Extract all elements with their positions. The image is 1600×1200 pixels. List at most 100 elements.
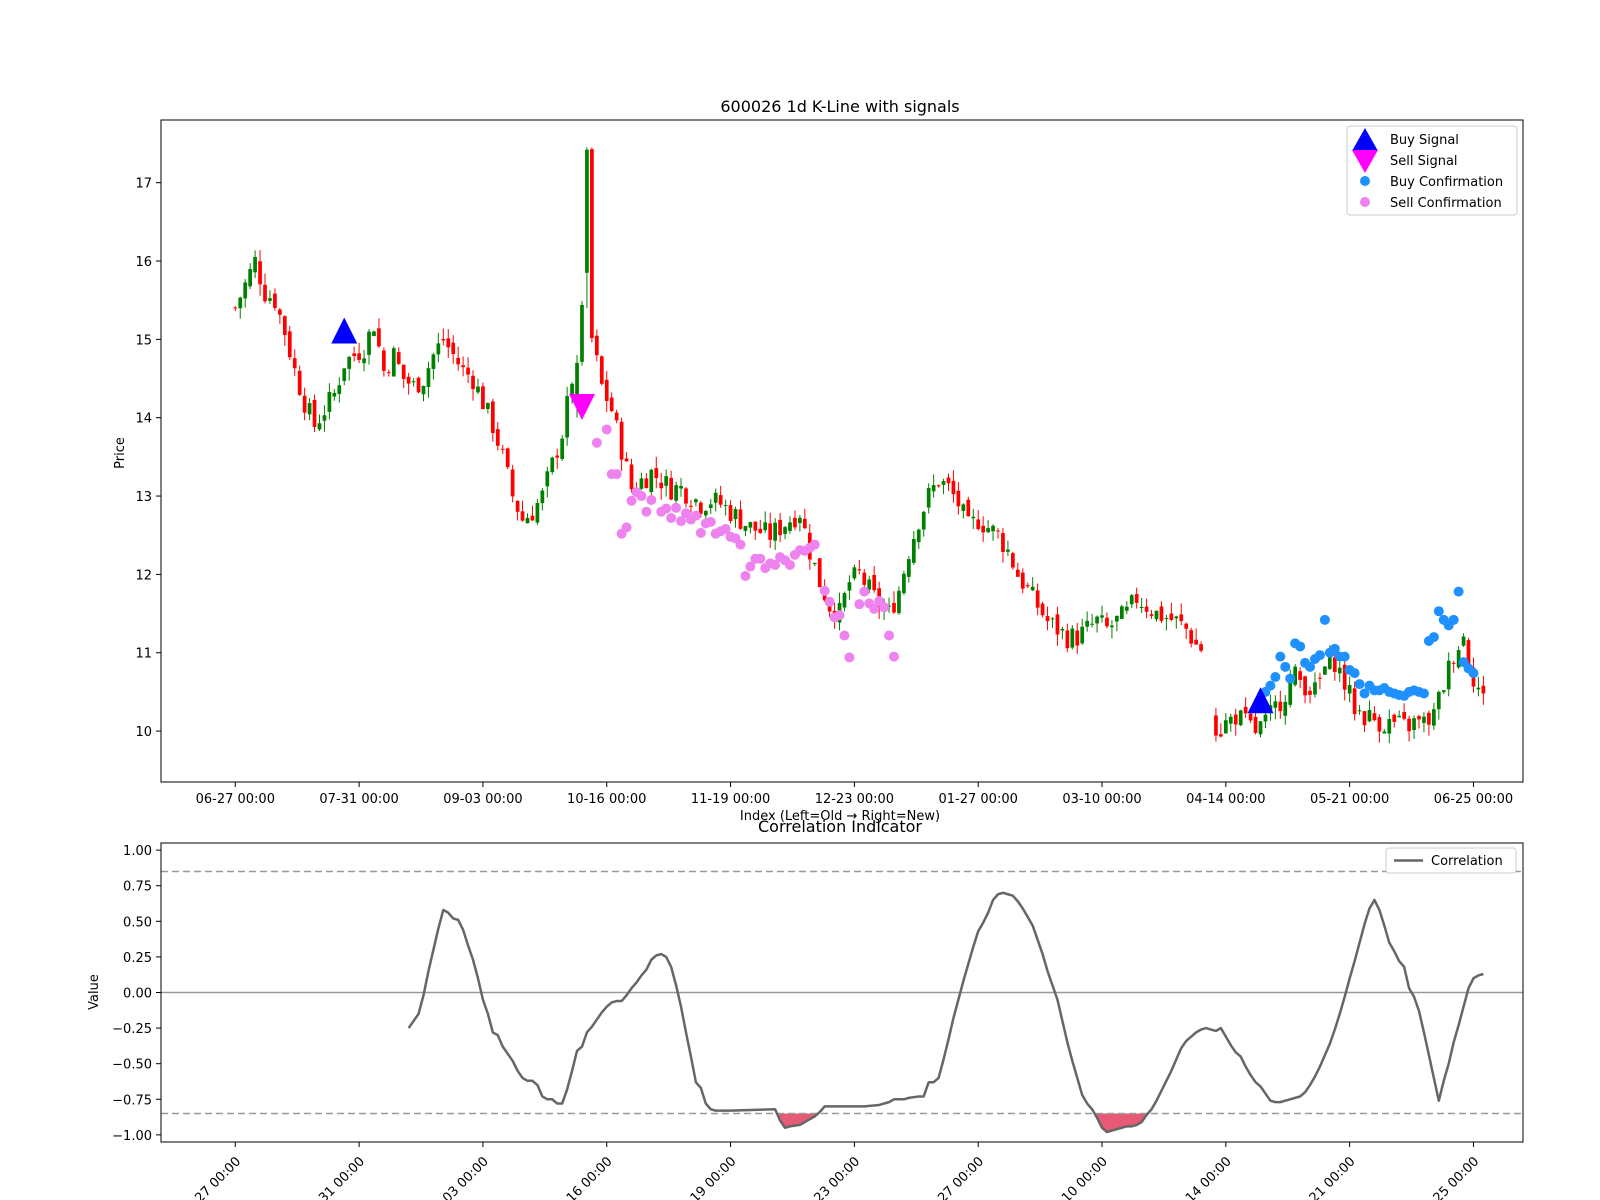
candle-body <box>1219 734 1223 737</box>
candle-body <box>1402 712 1406 719</box>
candle-body <box>243 282 248 299</box>
candle-body <box>1159 606 1164 621</box>
x-tick-label: 06-25 00:00 <box>1434 792 1513 807</box>
candle-body <box>857 569 862 571</box>
candle-body <box>619 421 624 460</box>
x-tick-label: 11-19 00:00 <box>691 792 770 807</box>
buy-confirmation-point <box>1295 641 1306 652</box>
sell-confirmation-point <box>661 503 672 514</box>
candle-body <box>1367 709 1372 722</box>
sell-signal-marker <box>568 393 595 420</box>
y-tick-label: −0.75 <box>112 1093 152 1108</box>
candlestick-series <box>233 147 1486 744</box>
buy-confirmation-point <box>1275 651 1286 662</box>
correlation-title: Correlation Indicator <box>758 817 922 836</box>
correlation-plot-area <box>161 870 1523 1134</box>
candle-body <box>332 392 337 397</box>
sell-confirmation-point <box>889 651 900 662</box>
candle-body <box>728 505 733 521</box>
candle-body <box>292 358 297 369</box>
candle-body <box>748 522 753 528</box>
candle-body <box>609 397 614 412</box>
candle-body <box>1248 713 1253 721</box>
candle-body <box>1436 691 1441 710</box>
candle-body <box>624 458 629 462</box>
candle-body <box>481 386 485 410</box>
candle-body <box>996 530 1000 532</box>
candle-body <box>679 485 683 489</box>
candle-body <box>1417 716 1421 720</box>
candle-body <box>1308 690 1312 695</box>
candle-body <box>1431 709 1436 726</box>
sell-confirmation-point <box>755 553 766 564</box>
buy-confirmation-point <box>1280 661 1291 672</box>
candle-body <box>689 505 693 507</box>
candle-body <box>936 485 941 487</box>
y-tick-label: 11 <box>135 647 152 662</box>
candle-body <box>911 538 916 563</box>
y-tick-label: 13 <box>135 490 152 505</box>
sell-confirmation-point <box>626 495 637 506</box>
candle-body <box>515 500 520 512</box>
correlation-panel: 1.00 0.75 0.50 0.25 0.00 −0.25 −0.50 −0.75 −1.00… <box>87 817 1524 1200</box>
candle-body <box>1323 666 1327 675</box>
buy-confirmation-point <box>1285 673 1296 684</box>
candle-body <box>1065 630 1070 649</box>
candle-body <box>500 448 505 450</box>
candle-body <box>708 504 713 509</box>
candle-body <box>644 478 649 489</box>
candle-body <box>545 471 550 487</box>
candle-body <box>1199 644 1203 651</box>
x-tick-label: 04-14 00:00 <box>1168 1154 1235 1200</box>
candle-body <box>337 385 342 394</box>
buy-confirmation-point <box>1468 668 1479 679</box>
candle-body <box>1149 614 1154 616</box>
x-tick-label: 12-23 00:00 <box>796 1154 863 1200</box>
candle-body <box>1233 714 1238 725</box>
legend-label: Buy Signal <box>1390 133 1459 148</box>
candle-body <box>560 438 565 460</box>
y-tick-label: −0.25 <box>112 1022 152 1037</box>
candle-body <box>1362 711 1367 726</box>
candle-body <box>669 477 673 500</box>
candle-body <box>1288 680 1293 705</box>
sell-confirmation-point <box>690 510 701 521</box>
x-tick-label: 05-21 00:00 <box>1310 792 1389 807</box>
candle-body <box>1446 660 1451 690</box>
candle-body <box>674 485 678 501</box>
candle-body <box>1105 617 1109 627</box>
sell-confirmation-point <box>705 516 716 527</box>
candle-body <box>892 602 896 613</box>
candle-body <box>852 567 857 579</box>
buy-signal-marker <box>331 317 358 344</box>
correlation-legend: Correlation <box>1385 847 1517 874</box>
candle-body <box>1387 719 1392 734</box>
y-tick-label: 0.75 <box>123 880 152 895</box>
candle-body <box>1214 715 1218 736</box>
candle-body <box>1050 618 1055 620</box>
x-tick-label: 10-16 00:00 <box>549 1154 616 1200</box>
sell-confirmation-point <box>819 585 830 596</box>
candle-body <box>1129 595 1134 605</box>
candle-body <box>907 559 911 577</box>
candle-body <box>1075 630 1080 646</box>
x-tick-label: 10-16 00:00 <box>567 792 646 807</box>
candle-body <box>1243 706 1248 714</box>
x-tick-label: 03-10 00:00 <box>1044 1154 1111 1200</box>
sell-confirmation-point <box>809 539 820 550</box>
candle-body <box>946 477 951 484</box>
candle-body <box>1001 533 1005 552</box>
candle-body <box>1020 572 1025 589</box>
candle-body <box>302 395 307 413</box>
candle-body <box>1139 606 1144 608</box>
candle-body <box>862 572 867 585</box>
buy-confirmation-point <box>1349 668 1360 679</box>
candle-body <box>1313 682 1317 695</box>
candle-body <box>629 464 634 490</box>
candle-body <box>263 284 267 302</box>
candle-body <box>411 381 416 383</box>
candle-body <box>902 573 906 594</box>
candle-body <box>1273 701 1278 708</box>
candle-body <box>1476 687 1481 690</box>
candle-body <box>273 293 277 308</box>
